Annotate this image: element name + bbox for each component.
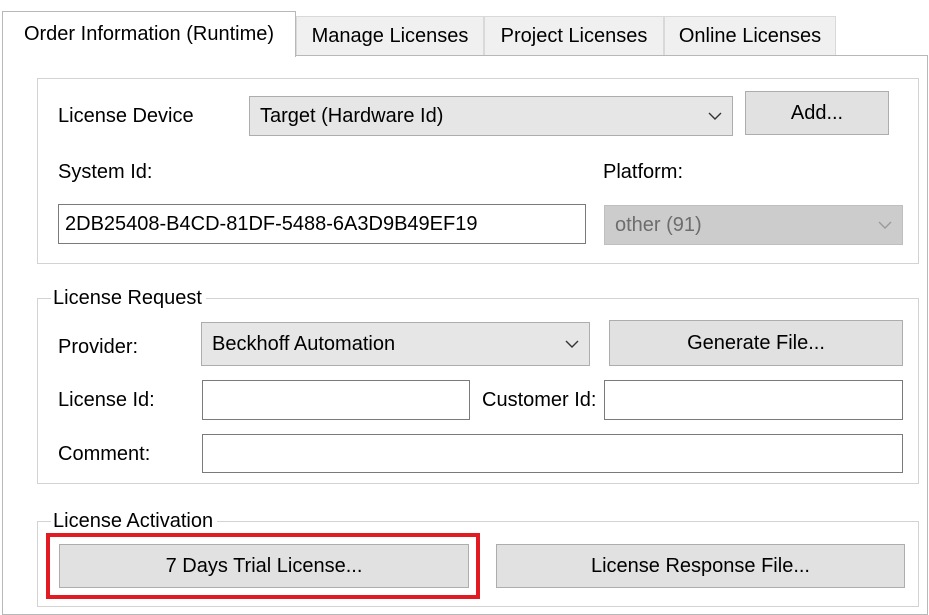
system-id-label: System Id: — [58, 161, 153, 183]
provider-dropdown[interactable]: Beckhoff Automation — [201, 322, 590, 366]
platform-dropdown: other (91) — [604, 205, 903, 245]
provider-value: Beckhoff Automation — [212, 332, 396, 355]
customer-id-label: Customer Id: — [482, 389, 597, 411]
comment-field[interactable] — [202, 434, 903, 473]
customer-id-field[interactable] — [604, 380, 903, 420]
license-activation-legend: License Activation — [51, 509, 218, 533]
generate-file-label: Generate File... — [687, 331, 825, 354]
license-response-file-label: License Response File... — [590, 554, 810, 577]
trial-license-label: 7 Days Trial License... — [165, 554, 363, 577]
chevron-down-icon — [878, 221, 892, 229]
platform-value: other (91) — [615, 213, 702, 236]
generate-file-button[interactable]: Generate File... — [609, 320, 903, 366]
trial-license-button[interactable]: 7 Days Trial License... — [59, 544, 469, 588]
add-button-label: Add... — [790, 101, 844, 124]
license-device-dropdown[interactable]: Target (Hardware Id) — [249, 96, 733, 136]
chevron-down-icon — [708, 112, 722, 120]
platform-label: Platform: — [603, 161, 684, 183]
chevron-down-icon — [565, 340, 579, 348]
license-request-legend: License Request — [51, 286, 206, 310]
system-id-value: 2DB25408-B4CD-81DF-5488-6A3D9B49EF19 — [65, 212, 478, 235]
panel-content: License Device Target (Hardware Id) Add.… — [0, 0, 929, 614]
license-device-value: Target (Hardware Id) — [260, 104, 444, 127]
license-id-field[interactable] — [202, 380, 470, 420]
comment-label: Comment: — [58, 443, 151, 465]
license-device-label: License Device — [58, 105, 194, 127]
system-id-field[interactable]: 2DB25408-B4CD-81DF-5488-6A3D9B49EF19 — [58, 204, 586, 244]
provider-label: Provider: — [58, 336, 139, 358]
license-id-label: License Id: — [58, 389, 155, 411]
license-response-file-button[interactable]: License Response File... — [496, 544, 905, 588]
add-button[interactable]: Add... — [745, 91, 889, 135]
